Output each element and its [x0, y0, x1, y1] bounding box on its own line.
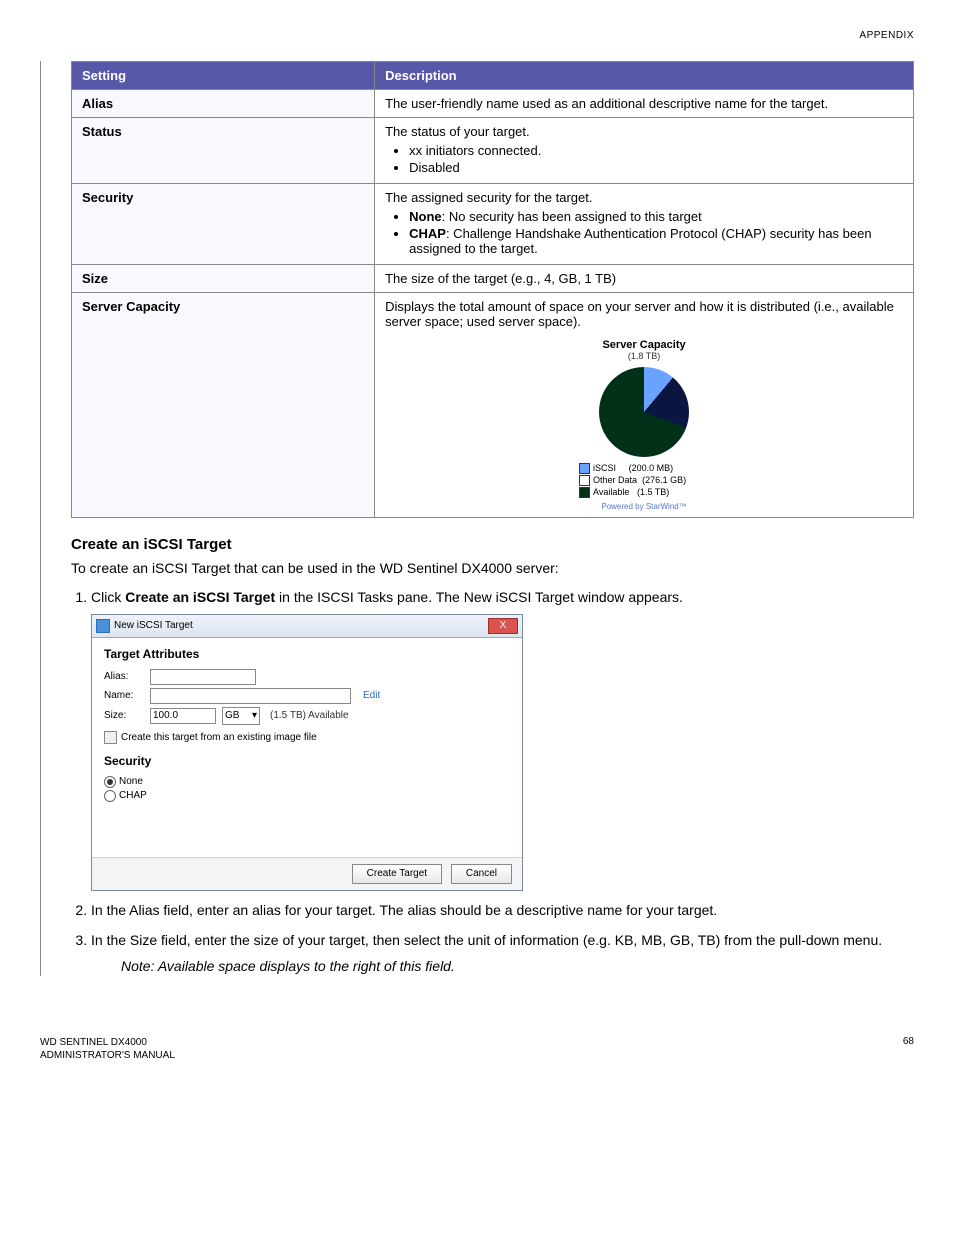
capacity-chart-title: Server Capacity [569, 339, 719, 351]
note-text: Available space displays to the right of… [154, 958, 454, 974]
radio-none-label: None [119, 776, 143, 787]
row-capacity-desc: Displays the total amount of space on yo… [375, 293, 914, 518]
capacity-desc-text: Displays the total amount of space on yo… [385, 299, 894, 329]
note: Note: Available space displays to the ri… [121, 957, 914, 977]
radio-chap-row[interactable]: CHAP [104, 789, 510, 803]
row-alias-label: Alias [72, 90, 375, 118]
existing-image-checkbox[interactable] [104, 731, 117, 744]
alias-input[interactable] [150, 669, 256, 685]
capacity-chart: Server Capacity (1.8 TB) iSCSI (200.0 MB… [569, 339, 719, 511]
legend-iscsi-label: iSCSI [593, 463, 616, 473]
radio-chap[interactable] [104, 790, 116, 802]
pie-chart-icon [599, 367, 689, 457]
unit-select[interactable]: GB ▾ [222, 707, 260, 725]
size-label: Size: [104, 709, 144, 723]
legend-iscsi-val: (200.0 MB) [629, 463, 674, 473]
step-3: In the Size field, enter the size of you… [91, 931, 914, 976]
powered-by: Powered by StarWind™ [569, 502, 719, 511]
swatch-other-icon [579, 475, 590, 486]
dialog-titlebar: New iSCSI Target X [92, 615, 522, 638]
row-security-desc: The assigned security for the target. No… [375, 184, 914, 265]
security-bullet-none: None: No security has been assigned to t… [409, 209, 903, 224]
security-none-bold: None [409, 209, 442, 224]
step-1: Click Create an iSCSI Target in the ISCS… [91, 588, 914, 891]
close-button[interactable]: X [488, 618, 518, 634]
unit-text: GB [225, 709, 239, 723]
step1-a: Click [91, 589, 125, 605]
name-label: Name: [104, 689, 144, 703]
edit-link[interactable]: Edit [363, 689, 380, 703]
section-intro: To create an iSCSI Target that can be us… [71, 559, 914, 578]
size-input[interactable]: 100.0 [150, 708, 216, 724]
legend-avail: Available (1.5 TB) [579, 487, 719, 498]
row-status-desc: The status of your target. xx initiators… [375, 118, 914, 184]
footer-product: WD SENTINEL DX4000 [40, 1036, 175, 1049]
row-capacity-label: Server Capacity [72, 293, 375, 518]
radio-none-row[interactable]: None [104, 775, 510, 789]
step1-bold: Create an iSCSI Target [125, 589, 275, 605]
new-iscsi-dialog: New iSCSI Target X Target Attributes Ali… [91, 614, 523, 892]
row-security-label: Security [72, 184, 375, 265]
swatch-iscsi-icon [579, 463, 590, 474]
chevron-down-icon: ▾ [252, 709, 257, 723]
header-appendix: APPENDIX [40, 30, 914, 41]
swatch-avail-icon [579, 487, 590, 498]
col-setting: Setting [72, 62, 375, 90]
security-bullet-chap: CHAP: Challenge Handshake Authentication… [409, 226, 903, 256]
target-attributes-title: Target Attributes [104, 646, 510, 663]
page-footer: WD SENTINEL DX4000 ADMINISTRATOR'S MANUA… [40, 1036, 914, 1062]
status-desc-text: The status of your target. [385, 124, 530, 139]
security-chap-bold: CHAP [409, 226, 446, 241]
dialog-app-icon [96, 619, 110, 633]
legend-other: Other Data (276.1 GB) [579, 475, 719, 486]
col-description: Description [375, 62, 914, 90]
legend-other-label: Other Data [593, 475, 637, 485]
legend-other-val: (276.1 GB) [642, 475, 686, 485]
legend-avail-label: Available [593, 487, 629, 497]
row-alias-desc: The user-friendly name used as an additi… [375, 90, 914, 118]
step-2: In the Alias field, enter an alias for y… [91, 901, 914, 921]
capacity-chart-sub: (1.8 TB) [569, 351, 719, 361]
cancel-button[interactable]: Cancel [451, 864, 512, 884]
security-none-rest: : No security has been assigned to this … [442, 209, 702, 224]
status-bullet-1: xx initiators connected. [409, 143, 903, 158]
row-status-label: Status [72, 118, 375, 184]
create-target-button[interactable]: Create Target [352, 864, 442, 884]
row-size-label: Size [72, 265, 375, 293]
legend-iscsi: iSCSI (200.0 MB) [579, 463, 719, 474]
settings-table: Setting Description Alias The user-frien… [71, 61, 914, 518]
radio-chap-label: CHAP [119, 790, 147, 801]
security-desc-text: The assigned security for the target. [385, 190, 592, 205]
security-title: Security [104, 753, 510, 770]
step1-b: in the ISCSI Tasks pane. The New iSCSI T… [275, 589, 683, 605]
main-content: Setting Description Alias The user-frien… [40, 61, 914, 976]
alias-label: Alias: [104, 670, 144, 684]
steps-list: Click Create an iSCSI Target in the ISCS… [71, 588, 914, 976]
section-title: Create an iSCSI Target [71, 536, 914, 553]
note-label: Note: [121, 958, 154, 974]
existing-image-label: Create this target from an existing imag… [121, 731, 317, 745]
size-available: (1.5 TB) Available [270, 709, 349, 723]
name-input[interactable] [150, 688, 351, 704]
status-bullet-2: Disabled [409, 160, 903, 175]
dialog-title-text: New iSCSI Target [114, 619, 193, 633]
legend-avail-val: (1.5 TB) [637, 487, 669, 497]
step3-text: In the Size field, enter the size of you… [91, 932, 882, 948]
radio-none[interactable] [104, 776, 116, 788]
row-size-desc: The size of the target (e.g., 4, GB, 1 T… [375, 265, 914, 293]
security-chap-rest: : Challenge Handshake Authentication Pro… [409, 226, 871, 256]
footer-manual: ADMINISTRATOR'S MANUAL [40, 1049, 175, 1062]
page-number: 68 [903, 1036, 914, 1062]
